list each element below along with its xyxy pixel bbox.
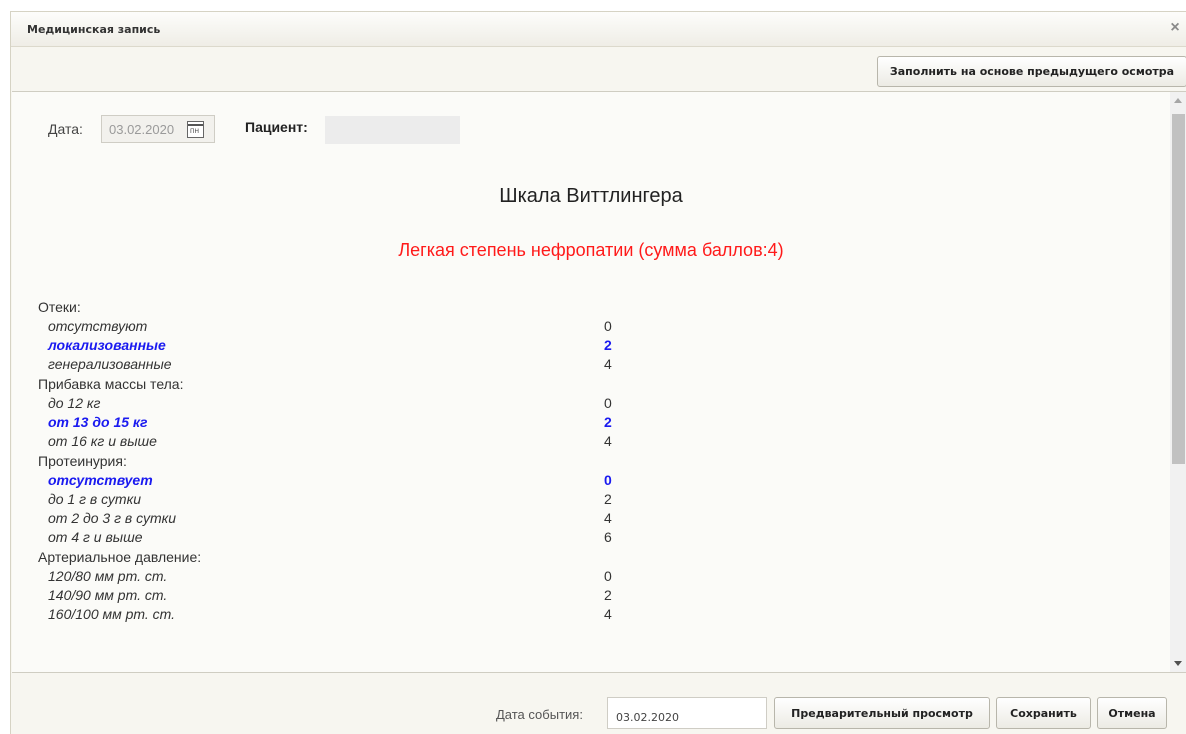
close-icon[interactable]: × — [1167, 19, 1183, 37]
criteria-option-label: до 1 г в сутки — [48, 491, 141, 507]
criteria-option-score: 0 — [604, 568, 612, 584]
vertical-scrollbar[interactable] — [1170, 92, 1186, 672]
scroll-thumb[interactable] — [1172, 114, 1185, 464]
criteria-option-score: 2 — [604, 337, 612, 353]
prefill-from-previous-button[interactable]: Заполнить на основе предыдущего осмотра — [877, 56, 1186, 87]
criteria-option[interactable]: от 2 до 3 г в сутки 4 — [38, 509, 738, 528]
criteria-option-label: отсутствуют — [48, 318, 148, 334]
criteria-option-label: 160/100 мм рт. ст. — [48, 606, 176, 622]
criteria-option-score: 0 — [604, 318, 612, 334]
criteria-option-score: 4 — [604, 510, 612, 526]
criteria-option[interactable]: генерализованные 4 — [38, 355, 738, 374]
criteria-option-label: 140/90 мм рт. ст. — [48, 587, 168, 603]
criteria-group-title: Артериальное давление: — [38, 549, 202, 565]
criteria-option-label: до 12 кг — [48, 395, 101, 411]
criteria-option[interactable]: отсутствует 0 — [38, 471, 738, 490]
event-date-input[interactable] — [607, 697, 767, 729]
dialog-titlebar[interactable]: Медицинская запись × — [11, 12, 1186, 47]
criteria-list: Отеки: отсутствуют 0 локализованные 2 генерал… — [38, 297, 738, 624]
date-value: 03.02.2020 — [109, 122, 175, 137]
date-label: Дата: — [48, 121, 83, 137]
criteria-option-label: генерализованные — [48, 356, 172, 372]
scale-result: Легкая степень нефропатии (сумма баллов:… — [398, 240, 784, 260]
date-input[interactable]: 03.02.2020 ПН — [101, 115, 215, 143]
event-date-label: Дата события: — [496, 707, 583, 722]
dialog-footer: Дата события: Предварительный просмотр С… — [11, 674, 1186, 734]
cancel-button[interactable]: Отмена — [1097, 697, 1167, 729]
criteria-option-score: 6 — [604, 529, 612, 545]
criteria-option[interactable]: 140/90 мм рт. ст. 2 — [38, 586, 738, 605]
criteria-option[interactable]: отсутствуют 0 — [38, 317, 738, 336]
criteria-option-label: от 4 г и выше — [48, 529, 143, 545]
criteria-option-score: 2 — [604, 491, 612, 507]
criteria-group-title: Протеинурия: — [38, 453, 127, 469]
criteria-option-score: 0 — [604, 395, 612, 411]
criteria-option-score: 2 — [604, 587, 612, 603]
criteria-option[interactable]: до 12 кг 0 — [38, 394, 738, 413]
criteria-option-label: 120/80 мм рт. ст. — [48, 568, 168, 584]
criteria-option-score: 0 — [604, 472, 612, 488]
scroll-down-arrow-icon[interactable] — [1174, 661, 1182, 666]
criteria-option[interactable]: 120/80 мм рт. ст. 0 — [38, 567, 738, 586]
criteria-option[interactable]: от 16 кг и выше 4 — [38, 432, 738, 451]
medical-record-dialog: Медицинская запись × Заполнить на основе… — [10, 11, 1186, 734]
criteria-group-title: Отеки: — [38, 299, 81, 315]
scale-title: Шкала Виттлингера — [499, 185, 683, 207]
criteria-option-score: 2 — [604, 414, 612, 430]
criteria-option-label: от 2 до 3 г в сутки — [48, 510, 176, 526]
dialog-toolbar: Заполнить на основе предыдущего осмотра — [11, 48, 1186, 90]
criteria-option[interactable]: локализованные 2 — [38, 336, 738, 355]
calendar-icon-text: ПН — [190, 128, 200, 135]
criteria-option-score: 4 — [604, 606, 612, 622]
patient-name-redacted — [325, 116, 460, 144]
criteria-option-label: отсутствует — [48, 472, 153, 488]
criteria-option[interactable]: от 4 г и выше 6 — [38, 528, 738, 547]
criteria-option-label: от 16 кг и выше — [48, 433, 157, 449]
criteria-group-title: Прибавка массы тела: — [38, 376, 184, 392]
save-button[interactable]: Сохранить — [996, 697, 1091, 729]
criteria-option-label: от 13 до 15 кг — [48, 414, 148, 430]
calendar-icon[interactable]: ПН — [187, 121, 204, 138]
criteria-option[interactable]: до 1 г в сутки 2 — [38, 490, 738, 509]
patient-label: Пациент: — [245, 119, 308, 135]
criteria-option-label: локализованные — [48, 337, 166, 353]
criteria-option-score: 4 — [604, 356, 612, 372]
scroll-up-arrow-icon[interactable] — [1174, 98, 1182, 103]
criteria-option[interactable]: от 13 до 15 кг 2 — [38, 413, 738, 432]
dialog-title: Медицинская запись — [27, 23, 161, 36]
form-content[interactable]: Дата: 03.02.2020 ПН Пациент: Шкала Виттл… — [12, 91, 1186, 673]
criteria-option[interactable]: 160/100 мм рт. ст. 4 — [38, 605, 738, 624]
criteria-option-score: 4 — [604, 433, 612, 449]
preview-button[interactable]: Предварительный просмотр — [774, 697, 990, 729]
